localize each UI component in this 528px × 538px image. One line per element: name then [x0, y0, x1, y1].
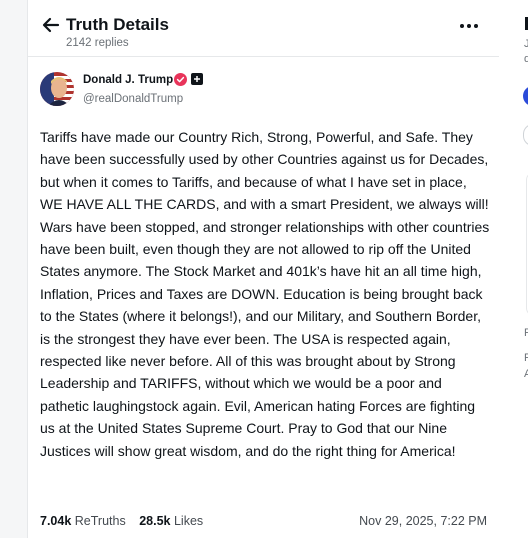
- likes-label[interactable]: Likes: [174, 514, 203, 528]
- right-sidebar-partial: J d F F A: [499, 0, 528, 538]
- retruths-label[interactable]: ReTruths: [75, 514, 126, 528]
- avatar-image: [40, 72, 74, 106]
- post-detail-column: Truth Details 2142 replies Donald J. Tru…: [27, 0, 500, 538]
- header-divider: [28, 56, 499, 57]
- page-header: Truth Details 2142 replies: [40, 12, 487, 54]
- reply-count: 2142 replies: [66, 37, 129, 49]
- sidebar-text-fragment: F: [524, 352, 528, 364]
- verified-badge-icon: [174, 73, 187, 86]
- plus-square-icon: [191, 73, 203, 85]
- sidebar-primary-button[interactable]: [523, 86, 528, 106]
- sidebar-secondary-button[interactable]: [523, 124, 528, 146]
- ellipsis-horizontal-icon[interactable]: [459, 20, 479, 32]
- post-stats: 7.04k ReTruths 28.5k Likes Nov 29, 2025,…: [40, 514, 487, 532]
- author-handle[interactable]: @realDonaldTrump: [83, 93, 183, 105]
- post-body: Tariffs have made our Country Rich, Stro…: [40, 129, 490, 459]
- arrow-left-icon[interactable]: [40, 14, 62, 36]
- likes-count[interactable]: 28.5k: [139, 514, 170, 528]
- sidebar-text-fragment: A: [524, 368, 528, 380]
- retruths-count[interactable]: 7.04k: [40, 514, 71, 528]
- post-timestamp: Nov 29, 2025, 7:22 PM: [359, 514, 487, 528]
- left-gutter: [0, 0, 27, 538]
- sidebar-text-fragment: J: [524, 38, 528, 50]
- author-name[interactable]: Donald J. Trump: [83, 74, 173, 86]
- page-title: Truth Details: [66, 15, 169, 34]
- avatar[interactable]: [40, 72, 74, 106]
- sidebar-text-fragment: F: [524, 327, 528, 339]
- sidebar-text-fragment: d: [524, 53, 528, 65]
